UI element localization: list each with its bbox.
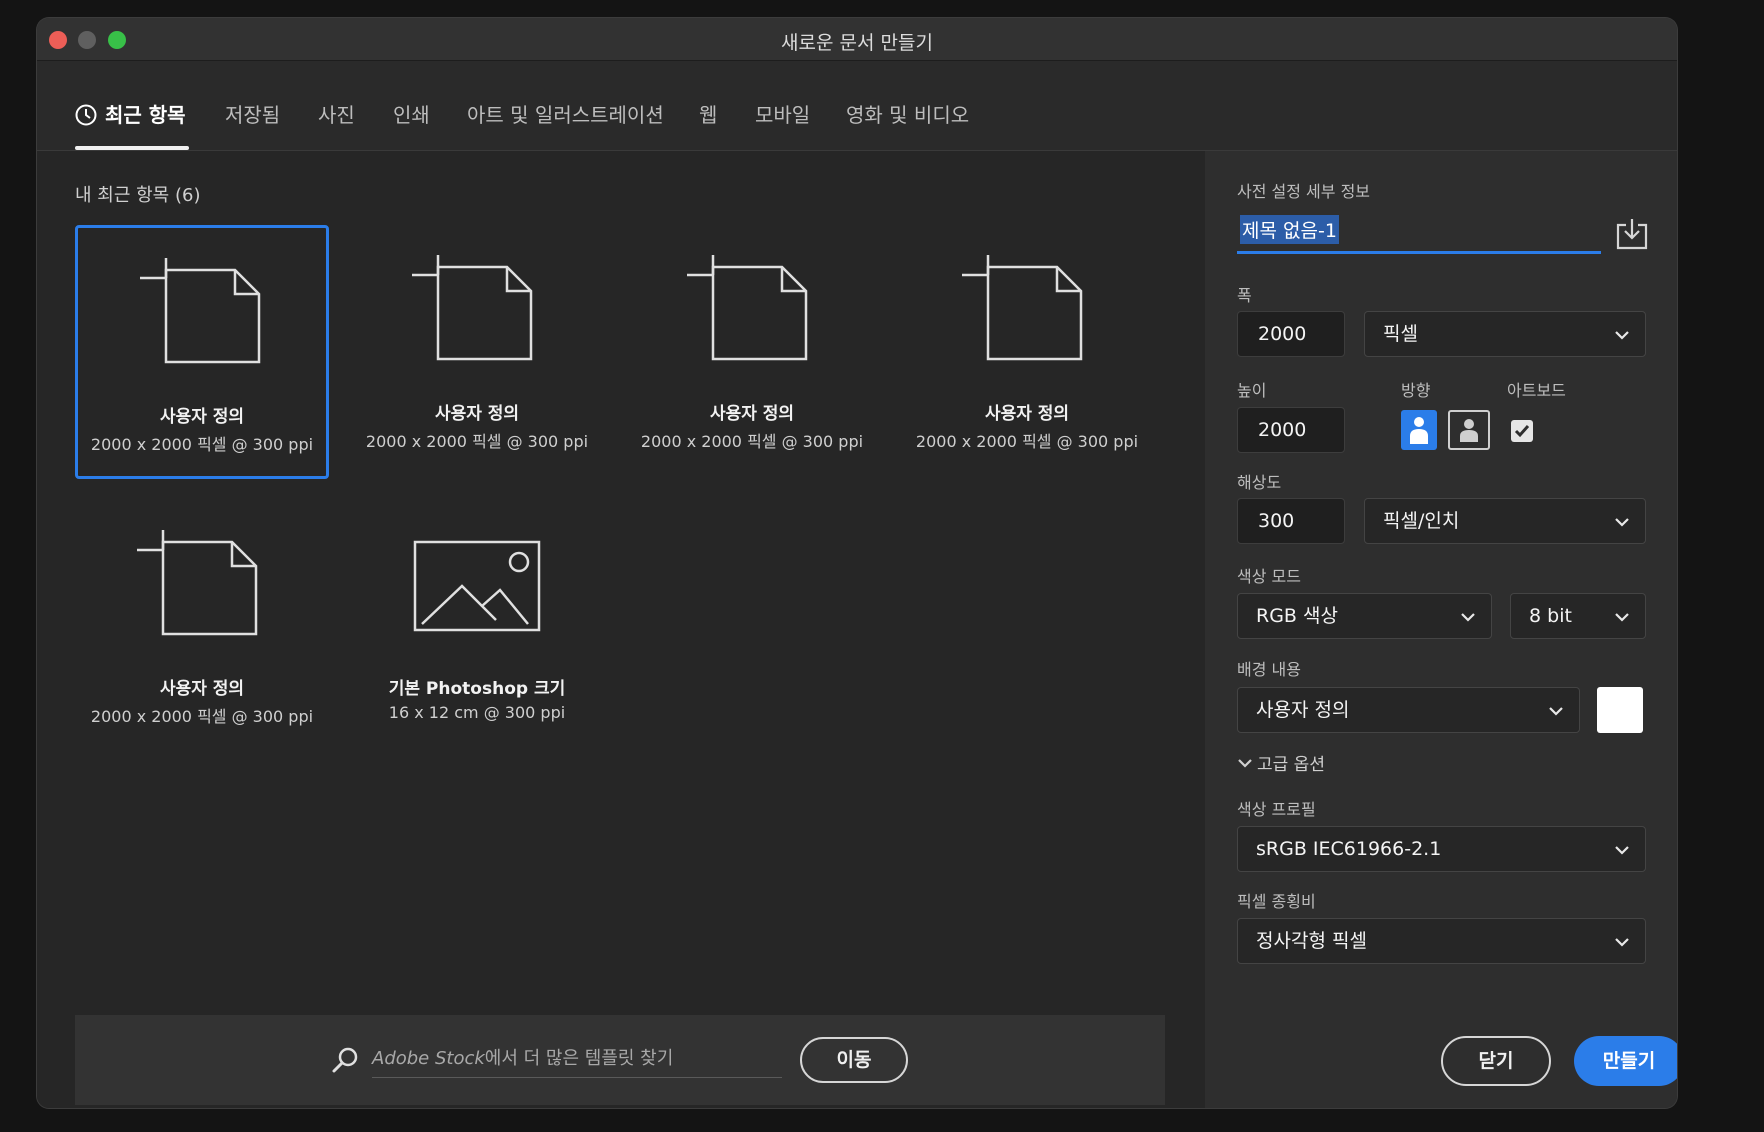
color-profile-value: sRGB IEC61966-2.1 (1256, 838, 1442, 860)
width-input[interactable]: 2000 (1237, 311, 1345, 357)
color-profile-select[interactable]: sRGB IEC61966-2.1 (1237, 826, 1646, 872)
resolution-label: 해상도 (1237, 473, 1282, 492)
chevron-down-icon (1615, 518, 1629, 527)
recent-section-title: 내 최근 항목 (6) (75, 185, 201, 206)
preset-name: 사용자 정의 (709, 404, 795, 424)
tab-art-illustration[interactable]: 아트 및 일러스트레이션 (467, 99, 664, 128)
chevron-down-icon (1615, 613, 1629, 622)
tab-print[interactable]: 인쇄 (393, 99, 430, 128)
artboard-label: 아트보드 (1507, 381, 1566, 400)
preset-card[interactable]: 사용자 정의 2000 x 2000 픽셀 @ 300 ppi (625, 225, 879, 479)
background-color-swatch[interactable] (1597, 687, 1643, 733)
color-mode-label: 색상 모드 (1237, 567, 1301, 586)
preset-details-panel: 사전 설정 세부 정보 제목 없음-1 폭 2000 픽셀 높이 방향 아트보드… (1205, 151, 1677, 1108)
tab-photo[interactable]: 사진 (318, 99, 355, 128)
tab-mobile[interactable]: 모바일 (755, 99, 810, 128)
preset-spec: 2000 x 2000 픽셀 @ 300 ppi (365, 432, 589, 451)
background-contents-select[interactable]: 사용자 정의 (1237, 687, 1580, 733)
image-placeholder-icon (413, 540, 541, 632)
portrait-person-icon (1410, 417, 1428, 444)
category-tabs: 최근 항목 저장됨 사진 인쇄 아트 및 일러스트레이션 웹 모바일 영화 및 … (37, 61, 1677, 151)
go-button[interactable]: 이동 (800, 1037, 908, 1083)
create-button[interactable]: 만들기 (1574, 1036, 1677, 1086)
width-unit-select[interactable]: 픽셀 (1364, 311, 1646, 357)
preset-card[interactable]: 사용자 정의 2000 x 2000 픽셀 @ 300 ppi (900, 225, 1154, 479)
width-unit-value: 픽셀 (1383, 323, 1418, 345)
preset-name: 사용자 정의 (434, 404, 520, 424)
blank-document-icon (412, 255, 533, 361)
landscape-orientation-button[interactable] (1448, 410, 1490, 450)
clock-icon (75, 104, 97, 126)
artboard-checkbox[interactable] (1511, 420, 1533, 442)
chevron-down-icon (1549, 707, 1563, 716)
chevron-down-icon (1238, 759, 1252, 768)
color-mode-select[interactable]: RGB 색상 (1237, 593, 1492, 639)
tab-saved[interactable]: 저장됨 (225, 99, 280, 128)
chevron-down-icon (1615, 938, 1629, 947)
preset-spec: 16 x 12 cm @ 300 ppi (388, 703, 566, 722)
blank-document-icon (687, 255, 808, 361)
chevron-down-icon (1461, 613, 1475, 622)
width-label: 폭 (1237, 286, 1252, 305)
preset-card[interactable]: 사용자 정의 2000 x 2000 픽셀 @ 300 ppi (75, 500, 329, 754)
preset-details-title: 사전 설정 세부 정보 (1237, 182, 1371, 201)
chevron-down-icon (1615, 331, 1629, 340)
preset-name: 사용자 정의 (159, 407, 245, 427)
search-icon (332, 1047, 358, 1073)
tab-web[interactable]: 웹 (699, 99, 717, 128)
preset-card[interactable]: 사용자 정의 2000 x 2000 픽셀 @ 300 ppi (75, 225, 329, 479)
color-profile-label: 색상 프로필 (1237, 800, 1316, 819)
bit-depth-select[interactable]: 8 bit (1510, 593, 1646, 639)
new-document-dialog: 새로운 문서 만들기 최근 항목 저장됨 사진 인쇄 아트 및 일러스트레이션 … (37, 18, 1677, 1108)
bit-depth-value: 8 bit (1529, 605, 1572, 627)
stock-placeholder-brand: Adobe Stock (372, 1048, 485, 1069)
height-label: 높이 (1237, 381, 1267, 400)
tab-film-video[interactable]: 영화 및 비디오 (846, 99, 969, 128)
background-contents-value: 사용자 정의 (1256, 699, 1350, 721)
blank-document-icon (962, 255, 1083, 361)
close-button[interactable]: 닫기 (1441, 1036, 1551, 1086)
resolution-unit-select[interactable]: 픽셀/인치 (1364, 498, 1646, 544)
window-title: 새로운 문서 만들기 (781, 32, 933, 54)
tab-recent[interactable]: 최근 항목 (75, 99, 186, 128)
background-label: 배경 내용 (1237, 660, 1301, 679)
portrait-orientation-button[interactable] (1401, 410, 1437, 450)
preset-spec: 2000 x 2000 픽셀 @ 300 ppi (90, 435, 314, 454)
orientation-label: 방향 (1401, 381, 1431, 400)
preset-spec: 2000 x 2000 픽셀 @ 300 ppi (90, 707, 314, 726)
preset-spec: 2000 x 2000 픽셀 @ 300 ppi (915, 432, 1139, 451)
preset-name: 기본 Photoshop 크기 (388, 679, 566, 699)
title-bar: 새로운 문서 만들기 (37, 18, 1677, 61)
document-name-value: 제목 없음-1 (1240, 215, 1339, 244)
preset-card[interactable]: 기본 Photoshop 크기 16 x 12 cm @ 300 ppi (350, 500, 604, 754)
stock-placeholder-text: 에서 더 많은 템플릿 찾기 (484, 1048, 674, 1069)
pixel-aspect-label: 픽셀 종횡비 (1237, 892, 1316, 911)
preset-spec: 2000 x 2000 픽셀 @ 300 ppi (640, 432, 864, 451)
active-tab-indicator (75, 146, 189, 150)
chevron-down-icon (1615, 846, 1629, 855)
preset-name: 사용자 정의 (159, 679, 245, 699)
advanced-options-toggle[interactable]: 고급 옵션 (1237, 750, 1325, 775)
stock-search-input[interactable]: Adobe Stock에서 더 많은 템플릿 찾기 (372, 1043, 782, 1078)
preset-name: 사용자 정의 (984, 404, 1070, 424)
height-input[interactable]: 2000 (1237, 407, 1345, 453)
checkmark-icon (1514, 425, 1530, 438)
color-mode-value: RGB 색상 (1256, 605, 1338, 627)
resolution-unit-value: 픽셀/인치 (1383, 510, 1460, 532)
preset-card[interactable]: 사용자 정의 2000 x 2000 픽셀 @ 300 ppi (350, 225, 604, 479)
advanced-options-label: 고급 옵션 (1257, 755, 1325, 775)
blank-document-icon (140, 258, 261, 364)
document-name-input[interactable]: 제목 없음-1 (1237, 209, 1601, 254)
resolution-input[interactable]: 300 (1237, 498, 1345, 544)
tab-recent-label: 최근 항목 (105, 103, 186, 127)
pixel-aspect-select[interactable]: 정사각형 픽셀 (1237, 918, 1646, 964)
recent-items-panel: 내 최근 항목 (6) 사용자 정의 2000 x 2000 픽셀 @ 300 … (37, 151, 1205, 1108)
adobe-stock-search-bar: Adobe Stock에서 더 많은 템플릿 찾기 이동 (75, 1015, 1165, 1105)
pixel-aspect-value: 정사각형 픽셀 (1256, 930, 1367, 952)
landscape-person-icon (1460, 419, 1478, 442)
blank-document-icon (137, 530, 258, 636)
save-preset-icon[interactable] (1615, 217, 1649, 251)
